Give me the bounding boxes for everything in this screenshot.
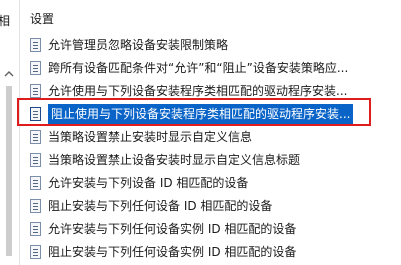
settings-list-item[interactable]: 跨所有设备匹配条件对“允许”和“阻止”设备安装策略应... (24, 57, 401, 80)
settings-list-item[interactable]: 当策略设置禁止安装时显示自定义信息 (24, 126, 401, 149)
settings-item-label: 当策略设置禁止安装时显示自定义信息 (48, 130, 253, 144)
policy-setting-icon (30, 107, 41, 121)
settings-item-label: 允许使用与下列设备安装程序类相匹配的驱动程序安装... (48, 84, 348, 98)
settings-item-label: 阻止安装与下列任何设备 ID 相匹配的设备 (48, 199, 273, 213)
settings-list-item[interactable]: 允许使用与下列设备安装程序类相匹配的驱动程序安装... (24, 80, 401, 103)
settings-list: 允许管理员忽略设备安装限制策略跨所有设备匹配条件对“允许”和“阻止”设备安装策略… (24, 34, 401, 264)
column-header-settings[interactable]: 设置 (30, 10, 54, 27)
chevron-up-icon[interactable] (3, 68, 15, 78)
policy-setting-icon (30, 176, 41, 190)
settings-item-label: 允许安装与下列任何设备实例 ID 相匹配的设备 (48, 222, 297, 236)
settings-item-label: 允许安装与下列设备 ID 相匹配的设备 (48, 176, 249, 190)
settings-list-item[interactable]: 允许安装与下列设备 ID 相匹配的设备 (24, 172, 401, 195)
settings-list-item[interactable]: 当策略设置禁止设备安装时显示自定义信息标题 (24, 149, 401, 172)
policy-setting-icon (30, 222, 41, 236)
scrollbar-thumb[interactable] (6, 86, 12, 256)
settings-list-item[interactable]: 阻止使用与下列设备安装程序类相匹配的驱动程序安装... (24, 103, 401, 126)
policy-setting-icon (30, 245, 41, 259)
policy-setting-icon (30, 61, 41, 75)
policy-setting-icon (30, 38, 41, 52)
settings-list-item[interactable]: 允许安装与下列任何设备实例 ID 相匹配的设备 (24, 218, 401, 241)
settings-list-item[interactable]: 阻止安装与下列任何设备实例 ID 相匹配的设备 (24, 241, 401, 264)
settings-item-label: 允许管理员忽略设备安装限制策略 (48, 38, 229, 52)
policy-setting-icon (30, 130, 41, 144)
policy-setting-icon (30, 84, 41, 98)
settings-list-item[interactable]: 允许管理员忽略设备安装限制策略 (24, 34, 401, 57)
settings-list-item[interactable]: 阻止安装与下列任何设备 ID 相匹配的设备 (24, 195, 401, 218)
settings-list-pane: 设置 允许管理员忽略设备安装限制策略跨所有设备匹配条件对“允许”和“阻止”设备安… (24, 0, 401, 265)
settings-item-label: 阻止安装与下列任何设备实例 ID 相匹配的设备 (48, 245, 297, 259)
left-tree-pane: 相 (0, 0, 20, 265)
settings-item-label: 跨所有设备匹配条件对“允许”和“阻止”设备安装策略应... (48, 61, 349, 75)
policy-setting-icon (30, 153, 41, 167)
settings-item-label: 阻止使用与下列设备安装程序类相匹配的驱动程序安装... (48, 104, 354, 124)
policy-setting-icon (30, 199, 41, 213)
left-pane-label: 相 (0, 12, 10, 29)
settings-item-label: 当策略设置禁止设备安装时显示自定义信息标题 (48, 153, 301, 167)
